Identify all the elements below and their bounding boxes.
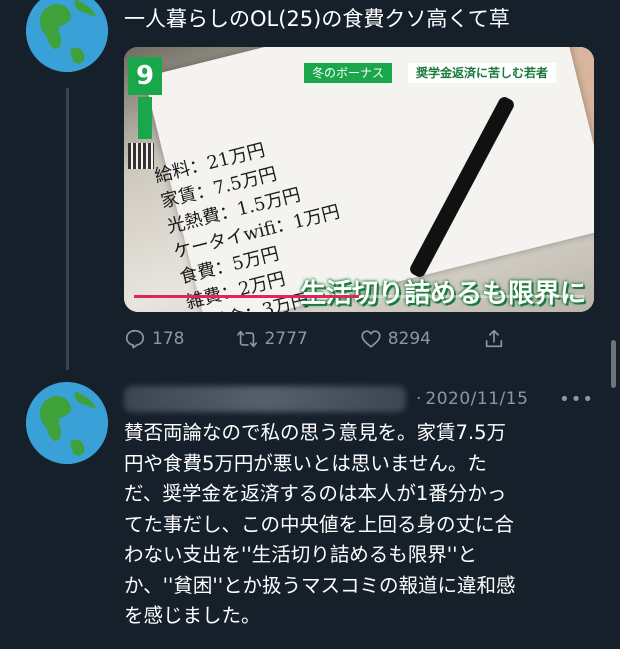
- reply-icon: [125, 329, 145, 349]
- redacted-username: [124, 386, 406, 412]
- separator-dot: ·: [416, 389, 422, 409]
- like-icon: [361, 330, 381, 348]
- chyron-topic: 冬のボーナス: [304, 63, 393, 83]
- reply-count: 178: [152, 329, 185, 349]
- retweet-icon: [237, 330, 258, 348]
- reply-button[interactable]: 178: [124, 328, 184, 350]
- avatar[interactable]: [26, 382, 108, 464]
- chyron-headline: 奨学金返済に苦しむ若者: [408, 63, 557, 83]
- tweet-text-line: 円や食費5万円が悪いとは思いません。た: [124, 451, 487, 475]
- tweet-text-line: だ、奨学金を返済するのは本人が1番分かっ: [124, 482, 507, 505]
- retweet-button[interactable]: 2777: [236, 328, 308, 350]
- globe-icon: [26, 0, 108, 72]
- video-player-controls[interactable]: [134, 299, 584, 311]
- more-icon[interactable]: •••: [559, 389, 594, 410]
- tweet-header: · 2020/11/15 •••: [124, 383, 594, 415]
- scrollbar[interactable]: [611, 340, 616, 388]
- tweet-text-line: を感じました。: [124, 604, 261, 627]
- share-icon: [485, 329, 503, 348]
- retweet-count: 2777: [264, 329, 308, 349]
- like-button[interactable]: 8294: [360, 328, 431, 350]
- channel-logo: 9: [128, 57, 162, 95]
- qr-code-icon: [128, 143, 154, 169]
- like-count: 8294: [387, 329, 431, 349]
- tweet-text: 賛否両論なので私の思う意見を。家賃7.5万 円や食費5万円が悪いとは思いません。…: [124, 418, 600, 632]
- side-banner: [138, 97, 152, 139]
- share-button[interactable]: [483, 328, 505, 350]
- tweet-text-line: か、''貧困''とか扱うマスコミの報道に違和感: [124, 573, 516, 597]
- video-progress-fill: [134, 295, 359, 298]
- tweet-actions: 178 2777 8294: [124, 323, 514, 355]
- thread-connector-line: [66, 88, 69, 370]
- tweet-text-line: てた事だし、この中央値を上回る身の丈に合: [124, 512, 515, 536]
- globe-icon: [26, 382, 108, 464]
- tweet-video[interactable]: 給料：21万円 家賃：7.5万円 光熱費：1.5万円 ケータイwifi：1万円 …: [124, 47, 594, 312]
- avatar[interactable]: [26, 0, 108, 72]
- tweet-text-line: わない支出を''生活切り詰めるも限界''と: [124, 543, 477, 566]
- video-progress-bar[interactable]: [134, 295, 584, 298]
- tweet-text-line: 賛否両論なので私の思う意見を。家賃7.5万: [124, 421, 507, 444]
- tweet-text: 一人暮らしのOL(25)の食費クソ高くて草: [124, 7, 510, 31]
- tweet-date[interactable]: 2020/11/15: [425, 389, 528, 409]
